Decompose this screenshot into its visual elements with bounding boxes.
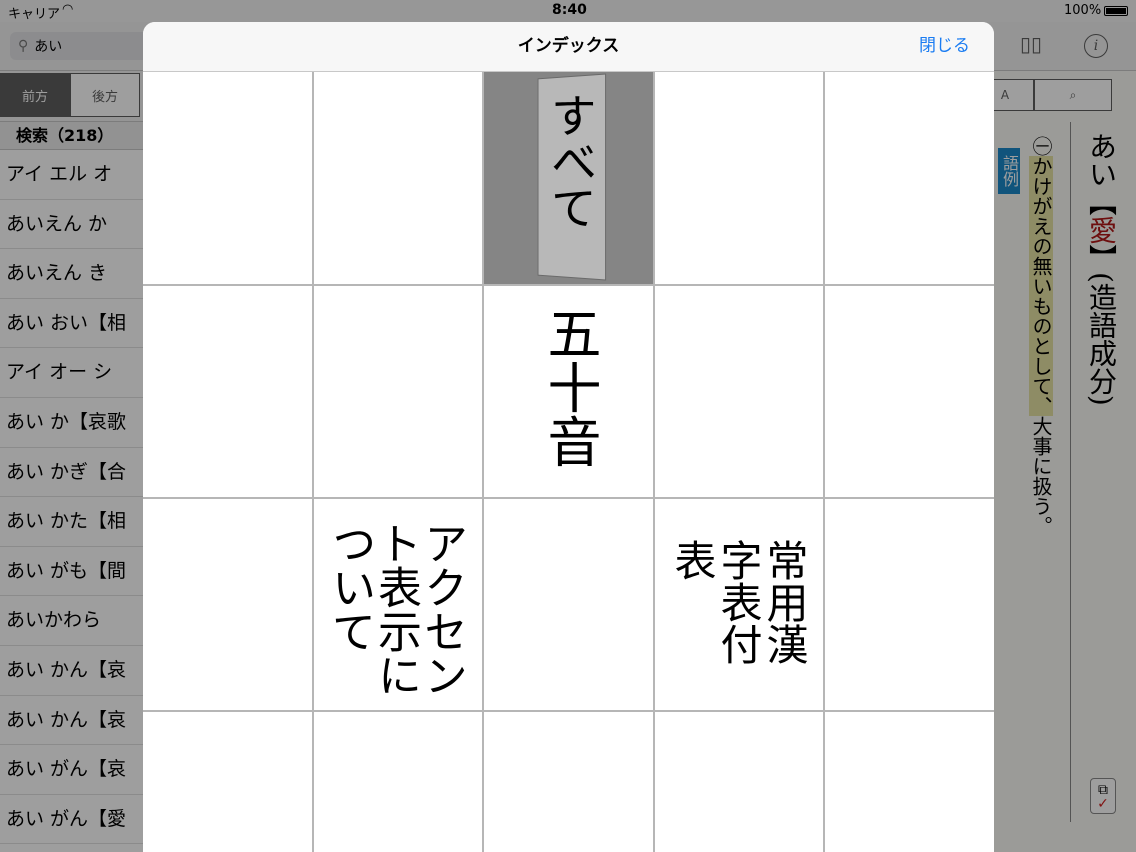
index-item-accent-label: アクセント表示について	[324, 521, 467, 697]
grid-cell	[825, 72, 994, 284]
grid-cell	[314, 286, 482, 497]
index-modal: インデックス 閉じる すべて 五十音 アクセント表示について 常用漢字表付表	[143, 22, 994, 852]
index-item-joyo[interactable]: 常用漢字表付表	[655, 499, 823, 710]
grid-cell	[484, 712, 653, 852]
index-item-all-label: すべて	[544, 92, 598, 230]
modal-header: インデックス 閉じる	[143, 22, 994, 72]
grid-cell	[825, 499, 994, 710]
index-item-all[interactable]: すべて	[484, 72, 653, 284]
grid-cell	[314, 72, 482, 284]
grid-cell	[143, 712, 312, 852]
index-item-gojuon-label: 五十音	[538, 306, 601, 468]
close-button[interactable]: 閉じる	[919, 22, 970, 71]
index-item-accent[interactable]: アクセント表示について	[314, 499, 482, 710]
index-grid: すべて 五十音 アクセント表示について 常用漢字表付表	[143, 72, 994, 852]
grid-cell	[825, 286, 994, 497]
index-item-joyo-label: 常用漢字表付表	[668, 539, 809, 665]
grid-cell	[143, 286, 312, 497]
grid-cell	[825, 712, 994, 852]
index-item-gojuon[interactable]: 五十音	[484, 286, 653, 497]
grid-cell	[655, 72, 823, 284]
grid-cell	[655, 712, 823, 852]
grid-cell	[314, 712, 482, 852]
index-card: すべて	[530, 72, 610, 284]
grid-cell	[655, 286, 823, 497]
grid-cell	[143, 499, 312, 710]
modal-title: インデックス	[517, 36, 620, 56]
grid-cell	[143, 72, 312, 284]
grid-cell	[484, 499, 653, 710]
